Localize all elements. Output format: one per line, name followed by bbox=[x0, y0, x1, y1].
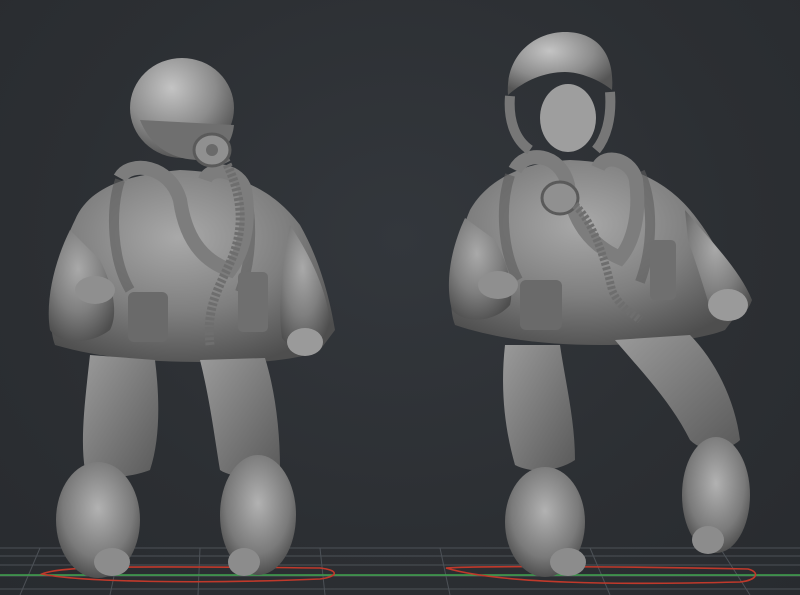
left-leg bbox=[82, 355, 159, 477]
pilot-model-left[interactable] bbox=[48, 58, 335, 578]
viewport-canvas[interactable] bbox=[0, 0, 800, 595]
3d-viewport[interactable] bbox=[0, 0, 800, 595]
hanging-mask bbox=[540, 180, 580, 216]
left-leg bbox=[503, 345, 575, 471]
face bbox=[540, 84, 596, 152]
right-leg bbox=[615, 335, 740, 450]
pilot-model-right[interactable] bbox=[448, 32, 752, 577]
